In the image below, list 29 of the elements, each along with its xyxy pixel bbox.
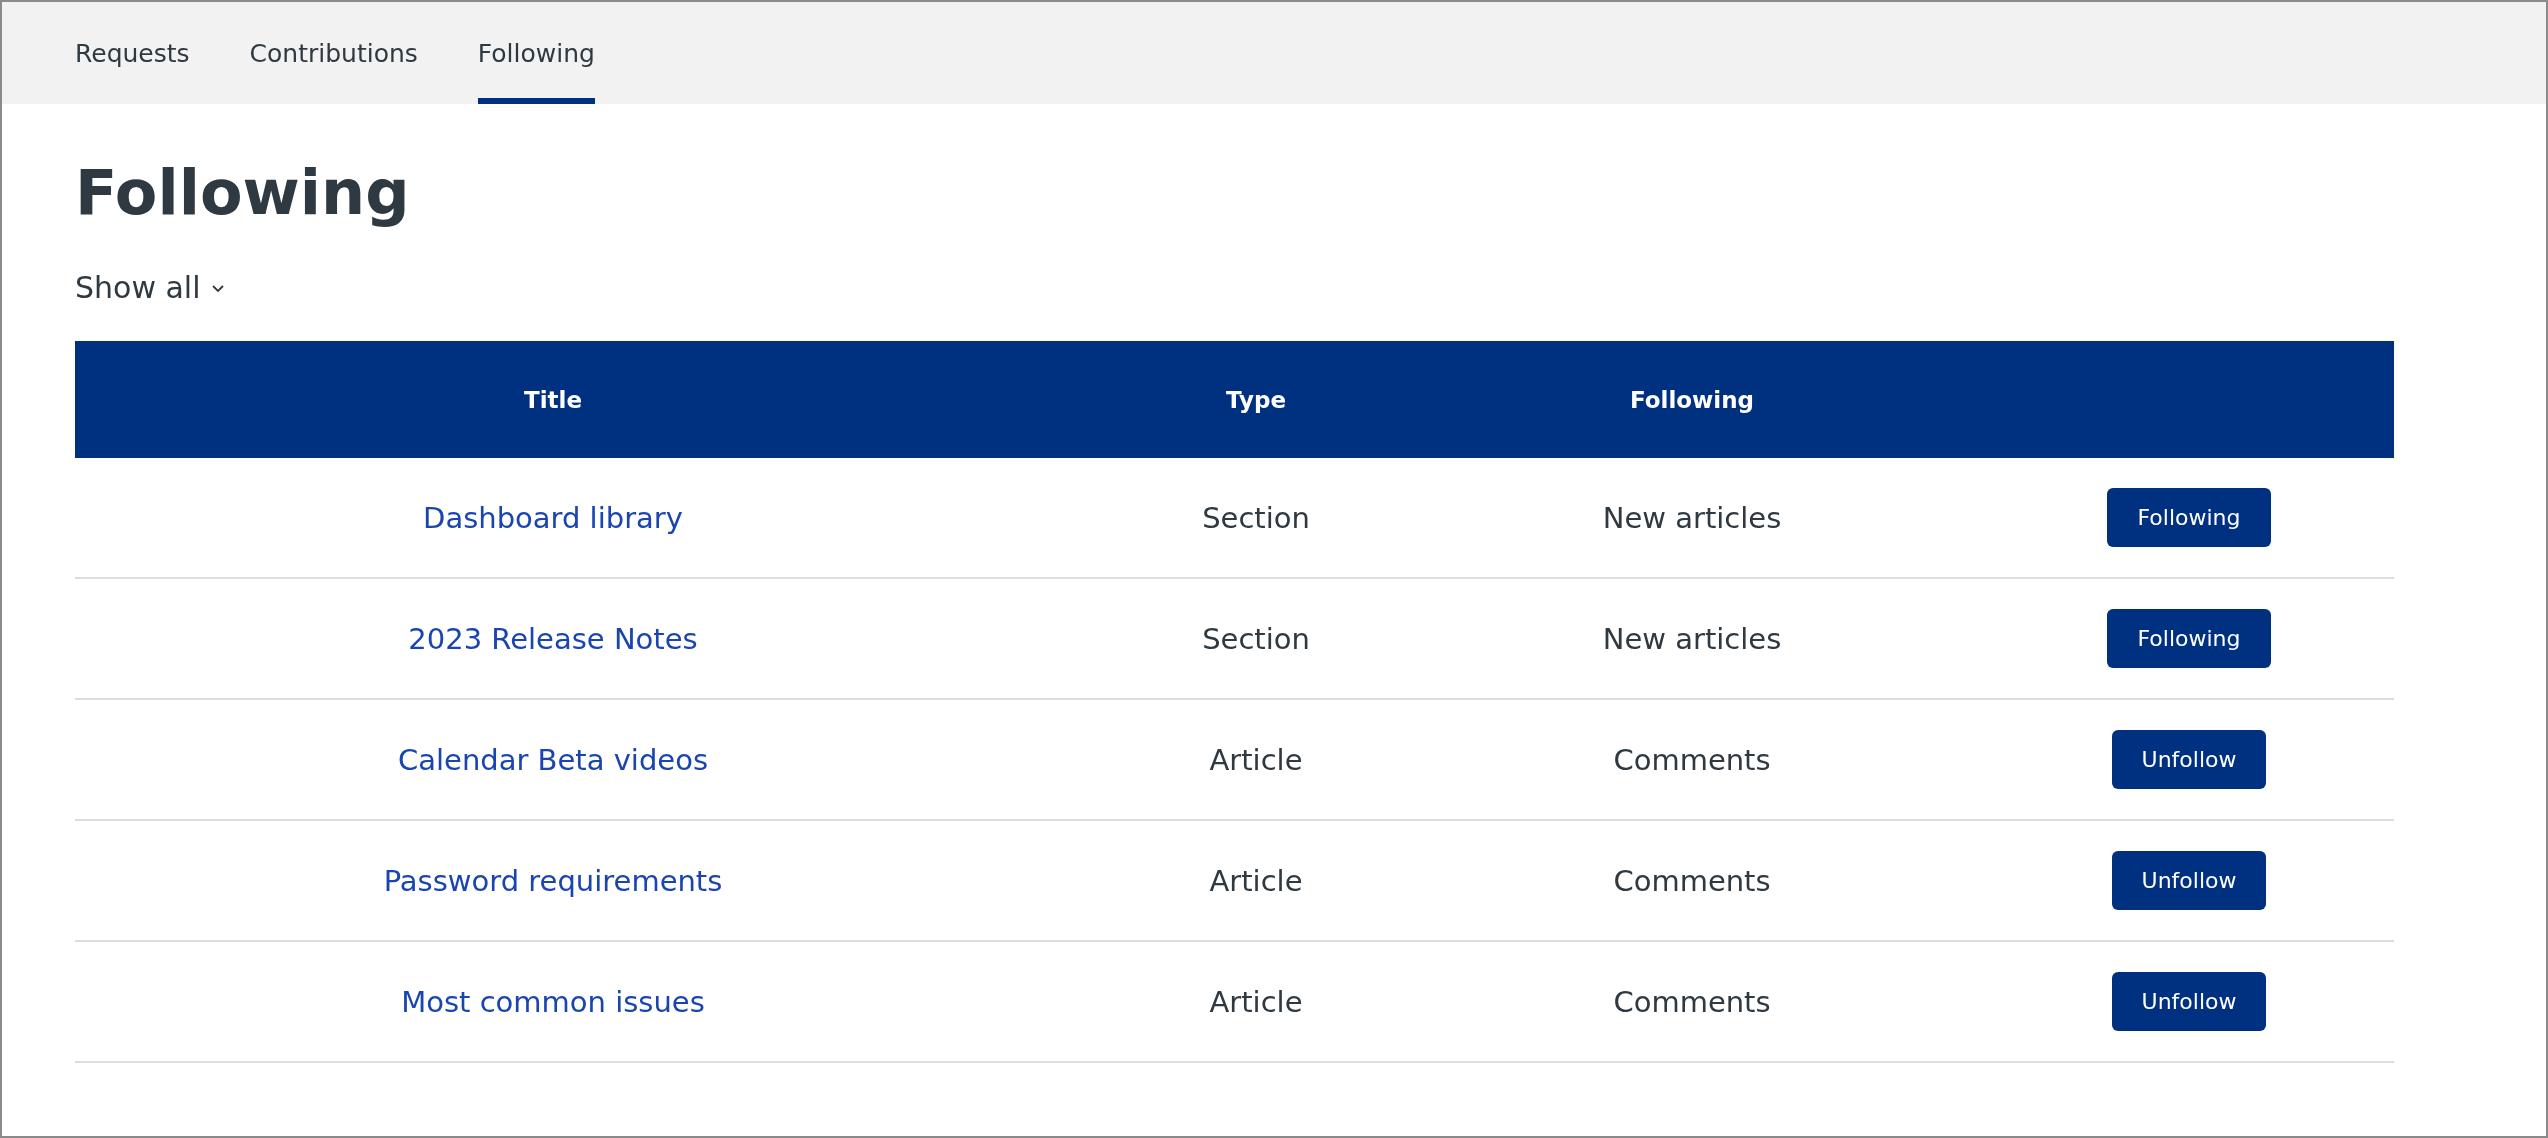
table-cell: Comments [1613, 984, 1771, 1019]
table-cell: Article [1209, 742, 1303, 777]
column-header: Following [1628, 386, 1756, 413]
table-cell: Comments [1613, 863, 1771, 898]
table-cell: Section [1202, 500, 1310, 535]
table-cell: Article [1209, 863, 1303, 898]
table-cell: New articles [1602, 500, 1782, 535]
title-link[interactable]: Calendar Beta videos [397, 742, 708, 777]
page-heading: Following [75, 156, 411, 231]
tab[interactable]: Following [477, 2, 595, 104]
follow-button[interactable]: Following [2107, 609, 2271, 669]
chevron-down-icon [210, 282, 225, 293]
follow-button[interactable]: Following [2107, 488, 2271, 548]
title-link[interactable]: 2023 Release Notes [408, 621, 698, 656]
filter-dropdown[interactable]: Show all [75, 270, 225, 306]
follow-button[interactable]: Unfollow [2111, 730, 2267, 790]
title-link[interactable]: Dashboard library [423, 500, 683, 535]
table-cell: New articles [1602, 621, 1782, 656]
table-cell: Comments [1613, 742, 1771, 777]
follow-button[interactable]: Unfollow [2111, 972, 2267, 1032]
title-link[interactable]: Password requirements [383, 863, 723, 898]
column-header: Title [522, 386, 584, 413]
table-cell: Section [1202, 621, 1310, 656]
column-header: Type [1225, 386, 1287, 413]
follow-button[interactable]: Unfollow [2111, 851, 2267, 911]
tab[interactable]: Requests [75, 2, 190, 104]
tab[interactable]: Contributions [249, 2, 418, 104]
table-cell: Article [1209, 984, 1303, 1019]
title-link[interactable]: Most common issues [401, 984, 705, 1019]
